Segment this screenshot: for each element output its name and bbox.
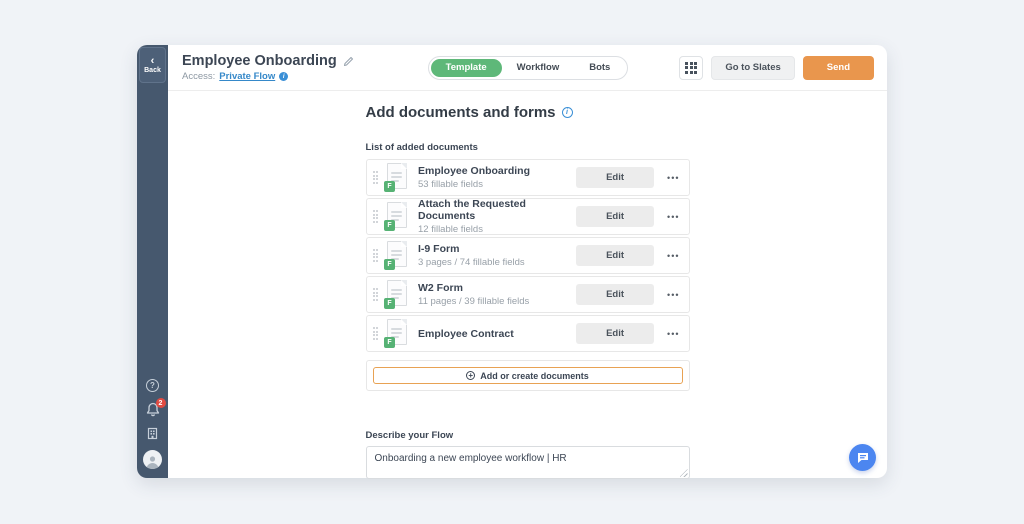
- user-avatar[interactable]: [143, 450, 162, 469]
- document-meta: 53 fillable fields: [418, 179, 576, 190]
- add-documents-card: + Add or create documents: [366, 360, 690, 391]
- header-actions: Go to Slates Send: [628, 56, 874, 80]
- send-button[interactable]: Send: [803, 56, 874, 80]
- document-text: Attach the Requested Documents 12 fillab…: [418, 198, 576, 235]
- chevron-left-icon: ‹: [151, 56, 155, 66]
- edit-button[interactable]: Edit: [576, 206, 654, 227]
- document-meta: 3 pages / 74 fillable fields: [418, 257, 576, 268]
- title-block: Employee Onboarding Access: Private Flow…: [182, 53, 428, 82]
- access-label: Access:: [182, 71, 215, 82]
- edit-button[interactable]: Edit: [576, 245, 654, 266]
- document-text: Employee Contract: [418, 328, 576, 340]
- chat-button[interactable]: [849, 444, 876, 471]
- fillable-badge-icon: F: [384, 337, 395, 348]
- document-icon: F: [384, 319, 409, 348]
- more-options-icon[interactable]: •••: [667, 173, 679, 183]
- help-button[interactable]: ?: [146, 379, 159, 392]
- document-row: F Attach the Requested Documents 12 fill…: [366, 198, 690, 235]
- document-icon: F: [384, 280, 409, 309]
- add-button-label: Add or create documents: [480, 371, 589, 381]
- sidebar-icon-stack: ? 2: [137, 379, 168, 469]
- notifications-button[interactable]: 2: [146, 402, 160, 417]
- edit-button[interactable]: Edit: [576, 323, 654, 344]
- drag-handle[interactable]: [371, 286, 381, 303]
- access-row: Access: Private Flow i: [182, 71, 428, 82]
- edit-title-icon[interactable]: [343, 56, 354, 67]
- document-icon: F: [384, 163, 409, 192]
- person-icon: [145, 454, 160, 469]
- document-text: I-9 Form 3 pages / 74 fillable fields: [418, 243, 576, 268]
- fillable-badge-icon: F: [384, 259, 395, 270]
- drag-handle[interactable]: [371, 169, 381, 186]
- describe-flow-field: Onboarding a new employee workflow | HR: [366, 446, 690, 479]
- more-options-icon[interactable]: •••: [667, 290, 679, 300]
- fillable-badge-icon: F: [384, 220, 395, 231]
- back-button[interactable]: ‹ Back: [139, 47, 166, 83]
- add-or-create-documents-button[interactable]: + Add or create documents: [373, 367, 683, 384]
- drag-handle[interactable]: [371, 247, 381, 264]
- help-icon: ?: [146, 379, 159, 392]
- section-heading-row: Add documents and forms i: [366, 104, 690, 121]
- document-name: Attach the Requested Documents: [418, 198, 576, 222]
- notification-badge: 2: [156, 398, 166, 408]
- document-row: F I-9 Form 3 pages / 74 fillable fields …: [366, 237, 690, 274]
- organization-button[interactable]: [146, 427, 159, 440]
- edit-button[interactable]: Edit: [576, 284, 654, 305]
- go-to-slates-button[interactable]: Go to Slates: [711, 56, 794, 80]
- top-header: Employee Onboarding Access: Private Flow…: [168, 45, 887, 91]
- documents-list-label: List of added documents: [366, 142, 690, 153]
- tab-template[interactable]: Template: [431, 59, 502, 77]
- edit-button[interactable]: Edit: [576, 167, 654, 188]
- access-link[interactable]: Private Flow: [219, 71, 275, 82]
- plus-circle-icon: +: [466, 371, 475, 380]
- apps-grid-button[interactable]: [679, 56, 703, 80]
- document-icon: F: [384, 202, 409, 231]
- content-area: Add documents and forms i List of added …: [168, 91, 887, 479]
- document-row: F Employee Contract Edit •••: [366, 315, 690, 352]
- drag-handle[interactable]: [371, 208, 381, 225]
- document-row: F W2 Form 11 pages / 39 fillable fields …: [366, 276, 690, 313]
- more-options-icon[interactable]: •••: [667, 329, 679, 339]
- main-panel: Employee Onboarding Access: Private Flow…: [168, 45, 887, 478]
- left-sidebar: ‹ Back ? 2: [137, 45, 168, 478]
- fillable-badge-icon: F: [384, 298, 395, 309]
- back-button-label: Back: [144, 67, 161, 74]
- section-heading: Add documents and forms: [366, 104, 556, 121]
- document-name: Employee Contract: [418, 328, 576, 340]
- grid-icon: [685, 62, 697, 74]
- documents-list: F Employee Onboarding 53 fillable fields…: [366, 159, 690, 352]
- tab-workflow[interactable]: Workflow: [502, 59, 575, 77]
- document-name: Employee Onboarding: [418, 165, 576, 177]
- more-options-icon[interactable]: •••: [667, 212, 679, 222]
- building-icon: [146, 427, 159, 440]
- document-name: I-9 Form: [418, 243, 576, 255]
- document-meta: 12 fillable fields: [418, 224, 576, 235]
- document-icon: F: [384, 241, 409, 270]
- heading-info-icon[interactable]: i: [562, 107, 573, 118]
- app-window: ‹ Back ? 2: [137, 45, 887, 478]
- document-text: W2 Form 11 pages / 39 fillable fields: [418, 282, 576, 307]
- tab-bots[interactable]: Bots: [574, 59, 625, 77]
- document-text: Employee Onboarding 53 fillable fields: [418, 165, 576, 190]
- document-row: F Employee Onboarding 53 fillable fields…: [366, 159, 690, 196]
- more-options-icon[interactable]: •••: [667, 251, 679, 261]
- describe-flow-textarea[interactable]: Onboarding a new employee workflow | HR: [366, 446, 690, 479]
- describe-flow-label: Describe your Flow: [366, 430, 690, 441]
- mode-toggle: Template Workflow Bots: [428, 56, 629, 80]
- page-title: Employee Onboarding: [182, 53, 337, 69]
- drag-handle[interactable]: [371, 325, 381, 342]
- access-info-icon[interactable]: i: [279, 72, 288, 81]
- fillable-badge-icon: F: [384, 181, 395, 192]
- document-name: W2 Form: [418, 282, 576, 294]
- chat-bubble-icon: [856, 451, 870, 465]
- document-meta: 11 pages / 39 fillable fields: [418, 296, 576, 307]
